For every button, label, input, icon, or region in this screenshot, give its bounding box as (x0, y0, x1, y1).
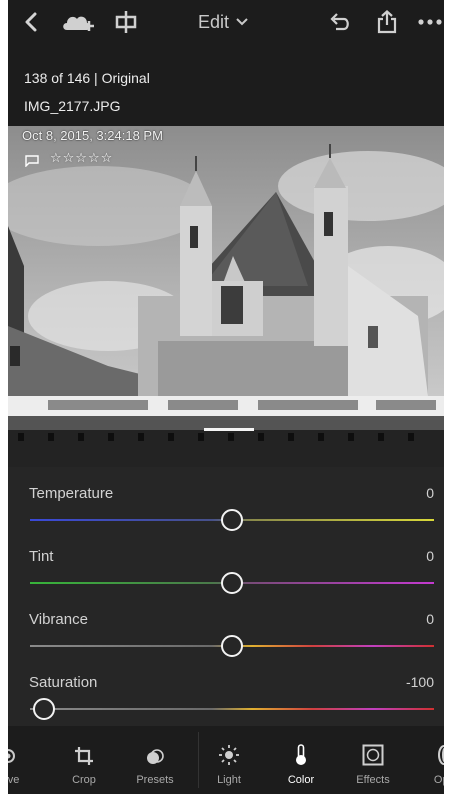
vibrance-slider-thumb[interactable] (221, 635, 243, 657)
tool-label: Effects (356, 774, 390, 786)
optics-icon (434, 726, 444, 766)
chevron-down-icon (236, 18, 248, 26)
tool-label: Color (287, 774, 315, 786)
more-icon[interactable] (418, 8, 444, 36)
adjustment-label: Tint (29, 548, 54, 565)
tint-adjustment: Tint 0 (8, 530, 444, 594)
saturation-slider-thumb[interactable] (33, 698, 55, 720)
edit-menu-label: Edit (198, 11, 230, 32)
tool-effects[interactable]: Effects (338, 726, 408, 794)
photo-count: 138 of 146 | Original (24, 70, 150, 86)
selective-icon (8, 726, 18, 766)
edit-tools-bar: ctive Crop Presets (8, 726, 444, 794)
tool-label: ctive (8, 774, 20, 786)
temperature-slider-thumb[interactable] (221, 509, 243, 531)
capture-date: Oct 8, 2015, 3:24:18 PM (22, 128, 163, 143)
adjustment-value: 0 (426, 485, 434, 501)
adjustment-label: Saturation (29, 674, 98, 691)
compare-icon[interactable] (113, 8, 139, 36)
edit-mode-menu[interactable]: Edit (198, 10, 248, 34)
photo-preview[interactable]: Oct 8, 2015, 3:24:18 PM ☆☆☆☆☆ (8, 126, 444, 467)
top-toolbar: Edit (8, 0, 444, 44)
presets-icon (145, 726, 165, 766)
tint-slider-thumb[interactable] (221, 572, 243, 594)
temperature-adjustment: Temperature 0 (8, 467, 444, 531)
tool-presets[interactable]: Presets (120, 726, 190, 794)
light-icon (218, 726, 240, 766)
flag-icon[interactable] (25, 155, 39, 167)
church-photo (8, 126, 444, 467)
tool-light[interactable]: Light (194, 726, 264, 794)
star-rating[interactable]: ☆☆☆☆☆ (50, 150, 113, 166)
tool-label: Presets (136, 774, 174, 786)
tool-crop[interactable]: Crop (49, 726, 119, 794)
back-chevron-icon[interactable] (20, 8, 42, 36)
tool-label: Light (217, 774, 241, 786)
adjustment-value: -100 (405, 674, 434, 690)
tool-selective[interactable]: ctive (8, 726, 43, 794)
adjustment-label: Vibrance (29, 611, 88, 628)
adjustment-value: 0 (426, 611, 434, 627)
file-name: IMG_2177.JPG (24, 98, 121, 114)
adjustment-value: 0 (426, 548, 434, 564)
adjustment-label: Temperature (29, 485, 114, 502)
saturation-adjustment: Saturation -100 (8, 656, 444, 720)
tool-label: Crop (72, 774, 96, 786)
effects-icon (362, 726, 384, 766)
tool-optics[interactable]: Opti (409, 726, 444, 794)
undo-icon[interactable] (326, 8, 352, 36)
crop-icon (74, 726, 94, 766)
vibrance-adjustment: Vibrance 0 (8, 593, 444, 657)
share-icon[interactable] (374, 8, 400, 36)
tool-color[interactable]: Color (266, 726, 336, 794)
tool-label: Opti (433, 774, 444, 786)
color-adjustments-panel: Temperature 0 Tint 0 Vibrance 0 Saturati… (8, 467, 444, 726)
cloud-add-icon[interactable] (60, 8, 96, 36)
app-frame: Edit 138 of 146 | Original IMG_2177.JPG (8, 0, 444, 794)
saturation-slider-track[interactable] (30, 708, 434, 710)
photo-info: 138 of 146 | Original IMG_2177.JPG (8, 44, 444, 126)
color-icon (294, 726, 308, 766)
